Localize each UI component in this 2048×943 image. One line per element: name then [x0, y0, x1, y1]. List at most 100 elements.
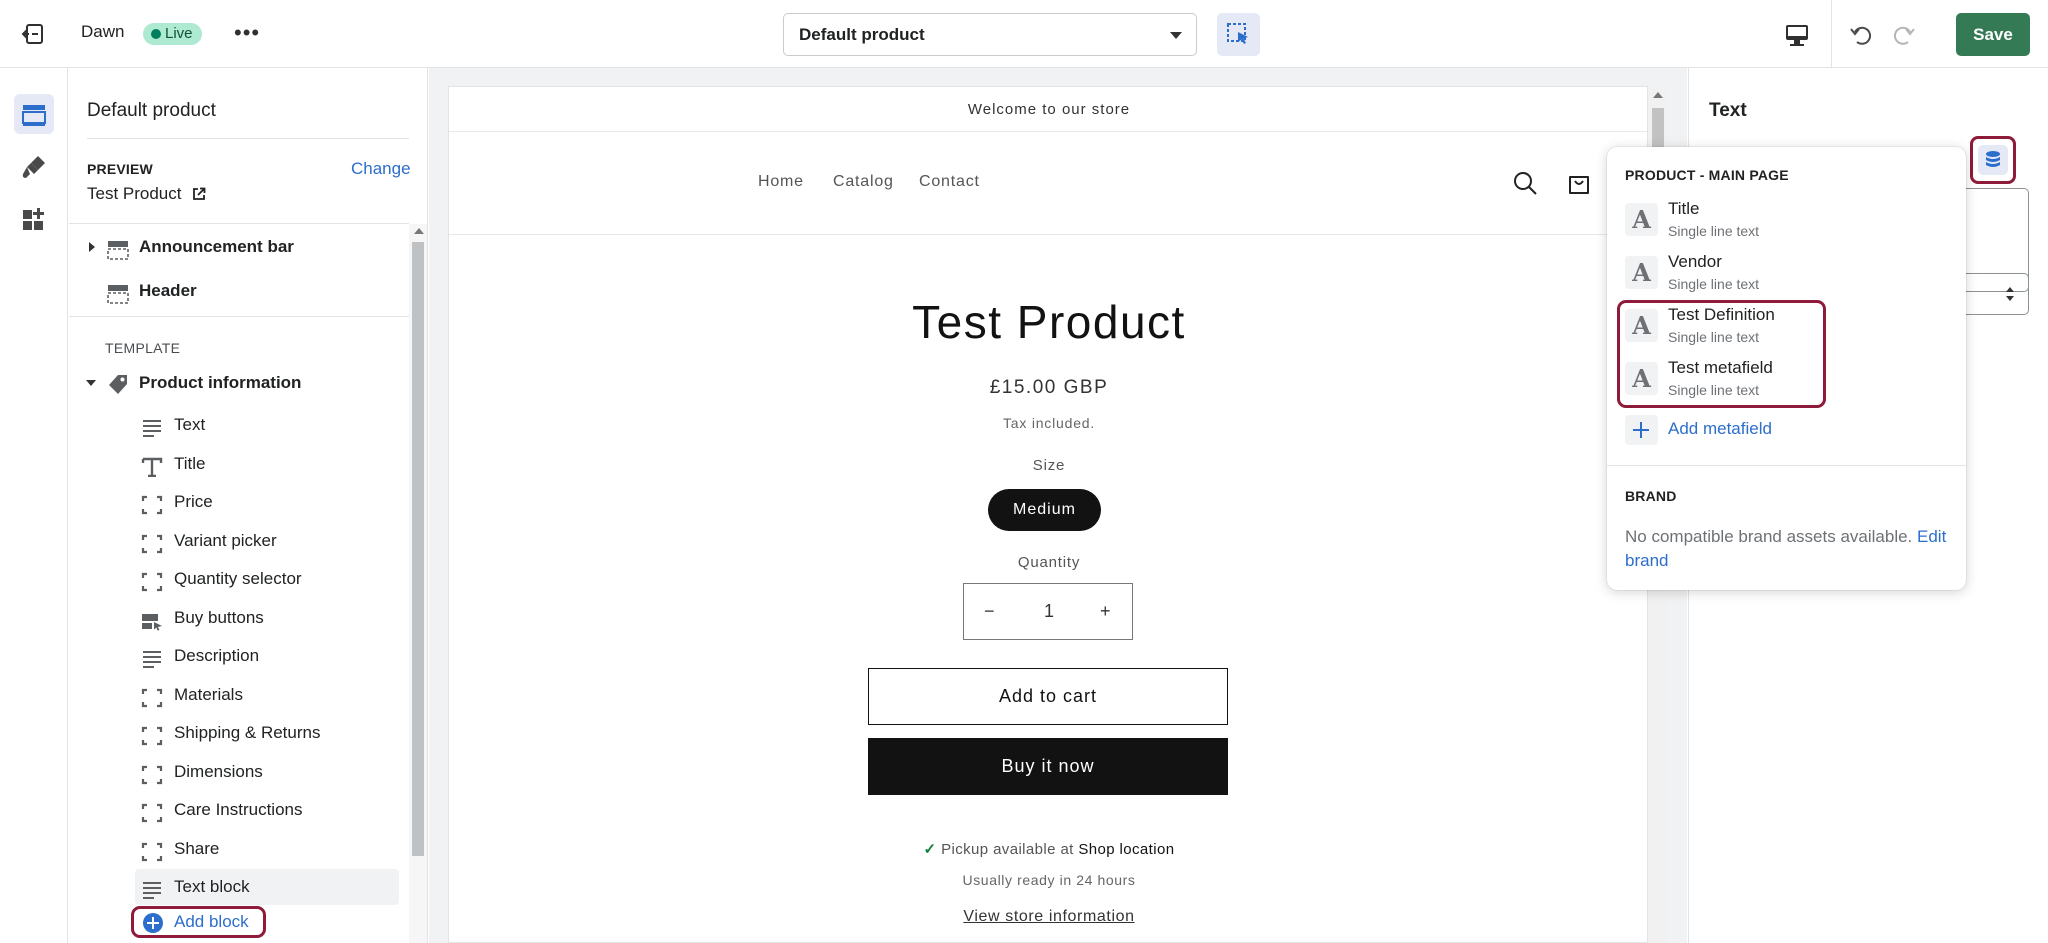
- preview-product-name: Test Product: [87, 184, 182, 203]
- nav-home-link[interactable]: Home: [758, 173, 804, 191]
- plus-icon: [1625, 415, 1658, 445]
- block-placeholder-icon: [141, 569, 163, 592]
- preview-product[interactable]: Test Product: [87, 184, 206, 204]
- exit-icon[interactable]: [18, 20, 50, 48]
- block-item[interactable]: Description: [69, 638, 409, 674]
- size-option-medium[interactable]: Medium: [988, 489, 1101, 531]
- apps-icon[interactable]: [14, 200, 54, 240]
- quantity-value[interactable]: 1: [1044, 584, 1054, 639]
- quantity-increase-button[interactable]: +: [1100, 584, 1111, 639]
- expand-arrow-icon[interactable]: [89, 242, 95, 252]
- block-label: Care Instructions: [174, 800, 303, 819]
- highlight-box: [1617, 300, 1826, 408]
- divider: [69, 316, 409, 317]
- block-item[interactable]: Text: [69, 407, 409, 443]
- section-header[interactable]: Header: [69, 273, 409, 309]
- cart-icon[interactable]: [1565, 169, 1593, 197]
- save-button[interactable]: Save: [1956, 13, 2030, 56]
- block-item[interactable]: Materials: [69, 677, 409, 713]
- block-placeholder-icon: [141, 723, 163, 746]
- product-price[interactable]: £15.00 GBP: [449, 377, 1647, 399]
- block-label: Quantity selector: [174, 569, 302, 588]
- select-arrows-icon: [2006, 287, 2014, 301]
- scroll-up-icon[interactable]: [1653, 92, 1663, 98]
- text-type-icon: A: [1625, 256, 1658, 289]
- block-placeholder-icon: [141, 762, 163, 785]
- size-label: Size: [1032, 457, 1066, 474]
- option-name: Title: [1668, 199, 1700, 218]
- text-lines-icon: [141, 877, 163, 899]
- preview-label: PREVIEW: [87, 161, 153, 177]
- block-label: Variant picker: [174, 531, 277, 550]
- undo-icon[interactable]: [1847, 20, 1877, 50]
- quantity-label: Quantity: [1017, 554, 1081, 571]
- template-select[interactable]: Default product: [783, 13, 1197, 56]
- view-store-information-link[interactable]: View store information: [449, 908, 1647, 926]
- add-metafield-button[interactable]: Add metafield: [1625, 415, 1825, 445]
- section-label: Header: [139, 281, 197, 300]
- block-item[interactable]: Shipping & Returns: [69, 715, 409, 751]
- block-item[interactable]: Care Instructions: [69, 792, 409, 828]
- brand-heading: BRAND: [1625, 488, 1677, 504]
- scroll-up-icon[interactable]: [414, 228, 424, 234]
- block-item[interactable]: Quantity selector: [69, 561, 409, 597]
- dynamic-source-option[interactable]: A Title Single line text: [1625, 197, 1925, 245]
- nav-catalog-link[interactable]: Catalog: [833, 173, 894, 191]
- brand-empty-text: No compatible brand assets available.: [1625, 527, 1913, 546]
- quantity-decrease-button[interactable]: −: [984, 584, 995, 639]
- block-item[interactable]: Price: [69, 484, 409, 520]
- block-item[interactable]: Variant picker: [69, 523, 409, 559]
- sections-icon[interactable]: [14, 94, 54, 134]
- live-badge: Live: [143, 23, 202, 45]
- storefront-preview[interactable]: Welcome to our store Home Catalog Contac…: [448, 86, 1648, 943]
- pickup-ready-time: Usually ready in 24 hours: [962, 872, 1136, 888]
- divider: [87, 138, 409, 139]
- section-product-information[interactable]: Product information: [69, 365, 409, 401]
- insert-dynamic-source-button[interactable]: [1970, 136, 2016, 184]
- product-title[interactable]: Test Product: [449, 295, 1647, 349]
- add-block-button[interactable]: Add block: [131, 906, 266, 938]
- tax-note: Tax included.: [1002, 415, 1096, 431]
- theme-settings-brush-icon[interactable]: [14, 147, 54, 187]
- block-placeholder-icon: [141, 800, 163, 823]
- option-type: Single line text: [1668, 223, 1760, 239]
- change-preview-link[interactable]: Change: [351, 159, 411, 179]
- heading-icon: [141, 454, 163, 478]
- section-announcement-bar[interactable]: Announcement bar: [69, 229, 409, 265]
- add-block-label: Add block: [174, 912, 249, 931]
- divider: [69, 223, 409, 224]
- block-item[interactable]: Title: [69, 446, 409, 482]
- settings-title: Text: [1709, 100, 1747, 121]
- block-label: Shipping & Returns: [174, 723, 321, 742]
- block-item[interactable]: Share: [69, 831, 409, 867]
- search-icon[interactable]: [1511, 169, 1539, 197]
- redo-icon[interactable]: [1888, 20, 1918, 50]
- sidebar-scrollbar-thumb[interactable]: [412, 242, 424, 856]
- check-icon: ✓: [923, 841, 937, 858]
- dynamic-source-option[interactable]: A Vendor Single line text: [1625, 250, 1925, 298]
- block-item[interactable]: Text block: [135, 869, 399, 905]
- block-placeholder-icon: [141, 492, 163, 515]
- pickup-location: Shop location: [1078, 841, 1175, 858]
- navigation-rail: [0, 68, 68, 943]
- announcement-bar[interactable]: Welcome to our store: [449, 87, 1647, 132]
- inspector-toggle-button[interactable]: [1217, 13, 1260, 56]
- option-name: Vendor: [1668, 252, 1722, 271]
- buy-button-icon: [141, 608, 163, 631]
- store-header[interactable]: Home Catalog Contact: [449, 133, 1647, 235]
- collapse-arrow-icon[interactable]: [86, 380, 96, 386]
- nav-contact-link[interactable]: Contact: [919, 173, 980, 191]
- buy-it-now-button[interactable]: Buy it now: [868, 738, 1228, 795]
- add-to-cart-button[interactable]: Add to cart: [868, 668, 1228, 725]
- more-actions-button[interactable]: •••: [234, 18, 259, 48]
- database-icon: [1978, 145, 2008, 175]
- desktop-view-icon[interactable]: [1779, 20, 1815, 50]
- block-label: Text: [174, 415, 206, 434]
- block-label: Text block: [174, 877, 250, 896]
- block-item[interactable]: Dimensions: [69, 754, 409, 790]
- sections-sidebar: Default product PREVIEW Change Test Prod…: [69, 68, 428, 943]
- view-store-information-label[interactable]: View store information: [963, 908, 1134, 925]
- sidebar-title: Default product: [87, 100, 216, 121]
- quantity-stepper[interactable]: − 1 +: [963, 583, 1133, 640]
- block-item[interactable]: Buy buttons: [69, 600, 409, 636]
